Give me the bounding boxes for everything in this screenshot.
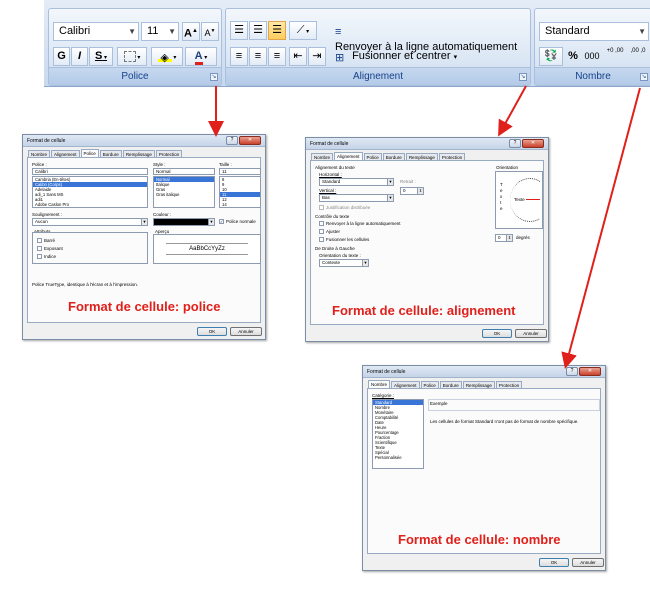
arrow-alignement — [498, 85, 527, 137]
arrow-nombre — [561, 87, 641, 369]
annotation-arrows — [208, 85, 641, 369]
